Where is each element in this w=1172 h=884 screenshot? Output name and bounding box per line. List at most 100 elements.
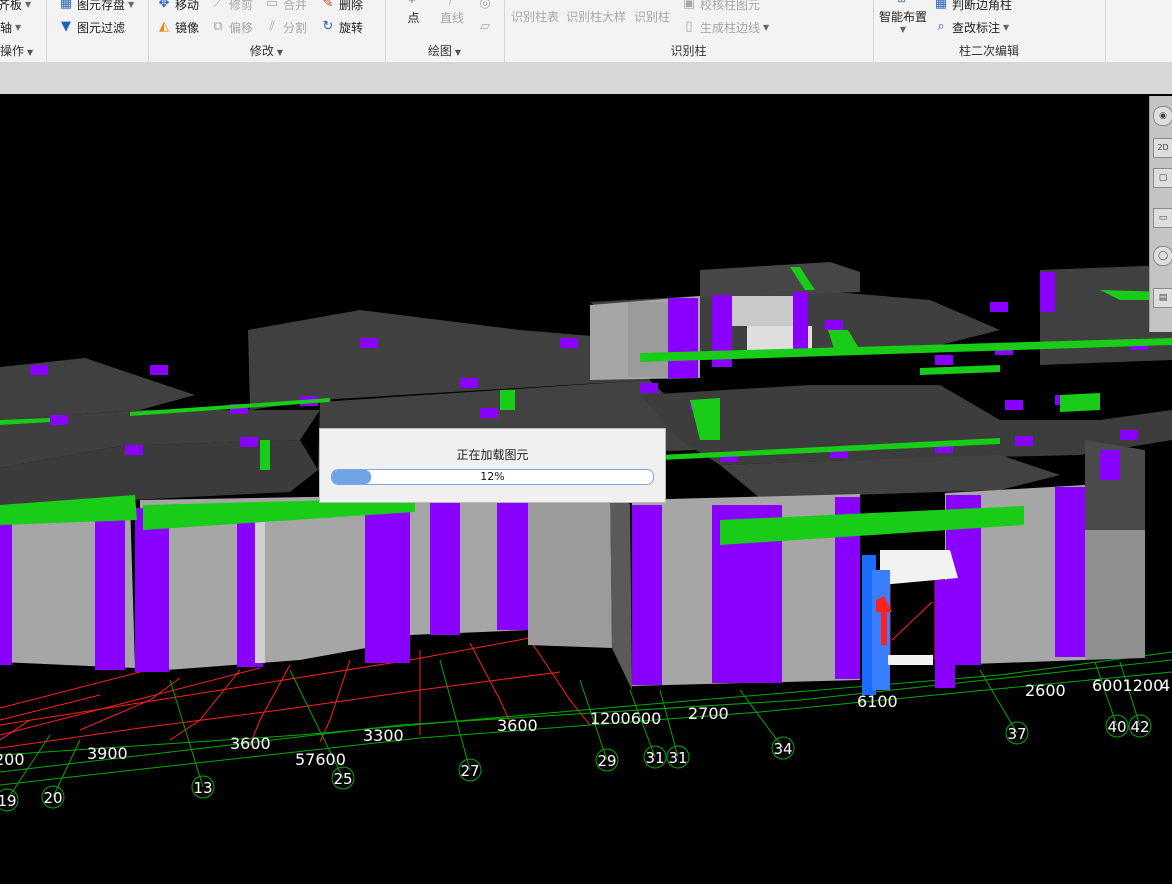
dimension-label: 2700	[688, 704, 729, 723]
loading-dialog: 正在加载图元 12%	[319, 428, 666, 503]
smart-layout-label: 智能布置	[879, 10, 928, 24]
ribbon-group-element: ▦ 图元存盘 ▼ ▼ 图元过滤	[46, 0, 149, 62]
corner-column-button[interactable]: ▦ 判断边角柱	[933, 0, 1012, 13]
filter-icon: ▼	[61, 19, 71, 34]
rectangle-icon: ▱	[480, 19, 490, 34]
rotate-button[interactable]: ↻ 旋转	[320, 18, 363, 36]
align-slab-button[interactable]: 齐板 ▼	[0, 0, 31, 13]
dimension-label: 6100	[857, 692, 898, 711]
mirror-button[interactable]: ◭ 镜像	[156, 18, 199, 36]
dimension-label: 200	[0, 750, 25, 769]
axis-label: 37	[1007, 725, 1026, 743]
point-button[interactable]: + 点	[404, 0, 423, 26]
dimension-label: 3600	[230, 734, 271, 753]
save-element-label: 图元存盘	[77, 0, 126, 12]
split-button[interactable]: ⫽ 分割	[264, 18, 307, 36]
chevron-down-icon: ▼	[25, 0, 32, 9]
identify-column-table-button[interactable]: 识别柱表	[511, 7, 559, 25]
trim-button[interactable]: ⟋ 修剪	[210, 0, 253, 13]
layer-view-icon[interactable]: ▤	[1153, 288, 1172, 308]
offset-icon: ⧉	[213, 19, 223, 34]
chevron-down-icon: ▼	[454, 48, 462, 57]
identify-column-label: 识别柱	[634, 9, 671, 24]
ribbon-group-draw: + 点 / 直线 ◎ ▱ 绘图 ▼	[385, 0, 505, 62]
smart-layout-icon: ⊞	[894, 0, 910, 8]
smart-layout-button[interactable]: ⊞ 智能布置▼	[879, 0, 927, 34]
corner-column-icon: ▦	[934, 0, 948, 11]
check-column-button[interactable]: ▣ 校核柱图元	[681, 0, 760, 13]
mirror-icon: ◭	[159, 19, 169, 34]
dimension-label: 57600	[295, 750, 346, 769]
edit-annotation-button[interactable]: ⌕ 查改标注 ▼	[933, 18, 1009, 36]
axis-label: 轴	[0, 20, 13, 35]
edit-annotation-icon: ⌕	[937, 19, 945, 34]
ribbon-group-modify: ✥ 移动 ⟋ 修剪 ▭ 合并 ✎ 删除 ◭ 镜像 ⧉ 偏移 ⫽ 分割 ↻ 旋转 修改 ▼	[148, 0, 386, 62]
merge-button[interactable]: ▭ 合并	[264, 0, 307, 13]
ribbon-group-identify-column: 识别柱表 识别柱大样 识别柱 ▣ 校核柱图元 ▯ 生成柱边线 ▼ 识别柱	[504, 0, 874, 62]
edit-annotation-label: 查改标注	[952, 20, 1001, 35]
view-navigation-bar: ◉ 2D ▢ ▭ ◯ ▤	[1149, 96, 1172, 332]
ribbon-group-title-draw[interactable]: 绘图 ▼	[385, 42, 504, 59]
identify-column-table-label: 识别柱表	[511, 9, 560, 24]
delete-icon: ✎	[322, 0, 334, 11]
chevron-down-icon: ▼	[1003, 22, 1010, 32]
rotate-icon: ↻	[322, 19, 334, 34]
loading-dialog-title: 正在加载图元	[456, 448, 529, 462]
check-column-label: 校核柱图元	[700, 0, 761, 12]
ribbon-toolbar: 齐板 ▼ 轴 ▼ 操作 ▼ ▦ 图元存盘 ▼ ▼ 图元过滤 ✥ 移动 ⟋ 修剪 ▭ 合并 ✎ 删除 …	[0, 0, 1172, 63]
ribbon-group-partial: 齐板 ▼ 轴 ▼ 操作 ▼	[0, 0, 47, 62]
axis-label: 25	[333, 770, 352, 788]
loading-progress-text: 12%	[480, 470, 505, 483]
view-2d-button[interactable]: 2D	[1153, 138, 1172, 158]
filter-element-button[interactable]: ▼ 图元过滤	[58, 18, 125, 36]
identify-column-detail-label: 识别柱大样	[566, 9, 627, 24]
ribbon-group-title-modify[interactable]: 修改 ▼	[148, 42, 385, 59]
move-button[interactable]: ✥ 移动	[156, 0, 199, 13]
trim-label: 修剪	[229, 0, 254, 12]
align-slab-label: 齐板	[0, 0, 23, 12]
move-label: 移动	[175, 0, 200, 12]
axis-label: 20	[43, 789, 62, 807]
line-icon: /	[448, 0, 453, 6]
offset-button[interactable]: ⧉ 偏移	[210, 18, 253, 36]
ribbon-group-title-operation[interactable]: 操作 ▼	[0, 42, 46, 59]
save-element-button[interactable]: ▦ 图元存盘 ▼	[58, 0, 134, 13]
split-label: 分割	[283, 20, 308, 35]
identify-column-detail-button[interactable]: 识别柱大样	[566, 7, 626, 25]
axis-label: 40	[1107, 718, 1126, 736]
rotate-label: 旋转	[339, 20, 364, 35]
generate-edge-label: 生成柱边线	[700, 20, 761, 35]
chevron-down-icon: ▼	[27, 48, 34, 57]
trim-icon: ⟋	[213, 0, 223, 11]
identify-column-button[interactable]: 识别柱	[634, 7, 670, 25]
toolbar-strip	[0, 62, 1172, 95]
offset-label: 偏移	[229, 20, 254, 35]
view-cube-icon[interactable]: ▢	[1153, 168, 1172, 188]
merge-icon: ▭	[265, 0, 279, 11]
split-icon: ⫽	[269, 19, 275, 34]
corner-column-label: 判断边角柱	[952, 0, 1013, 12]
point-label: 点	[407, 11, 420, 25]
dimension-label: 3900	[87, 744, 128, 763]
axis-label: 34	[773, 740, 792, 758]
circle-draw-button[interactable]: ◎	[477, 0, 496, 13]
generate-edge-icon: ▯	[685, 19, 693, 34]
chevron-down-icon: ▼	[763, 22, 770, 32]
axis-label: 27	[460, 762, 479, 780]
axis-number-labels: 19 20 13 25 27 29 31 31 34 37 40 42	[0, 718, 1150, 810]
filter-element-label: 图元过滤	[77, 20, 126, 35]
rotate-view-icon[interactable]: ◯	[1153, 246, 1172, 266]
line-label: 直线	[440, 11, 465, 25]
delete-button[interactable]: ✎ 删除	[320, 0, 363, 13]
axis-button[interactable]: 轴 ▼	[0, 18, 21, 36]
axis-circles	[0, 714, 1152, 812]
circle-icon: ◎	[479, 0, 491, 11]
mirror-label: 镜像	[175, 20, 200, 35]
line-button[interactable]: / 直线	[440, 0, 464, 26]
axis-grid	[0, 651, 1172, 801]
ribbon-group-title-column-secondary-edit: 柱二次编辑	[958, 44, 1019, 58]
box-view-icon[interactable]: ▭	[1153, 208, 1172, 228]
orbit-icon[interactable]: ◉	[1153, 106, 1172, 126]
rect-draw-button[interactable]: ▱	[477, 18, 496, 36]
generate-edge-button[interactable]: ▯ 生成柱边线 ▼	[681, 18, 769, 36]
